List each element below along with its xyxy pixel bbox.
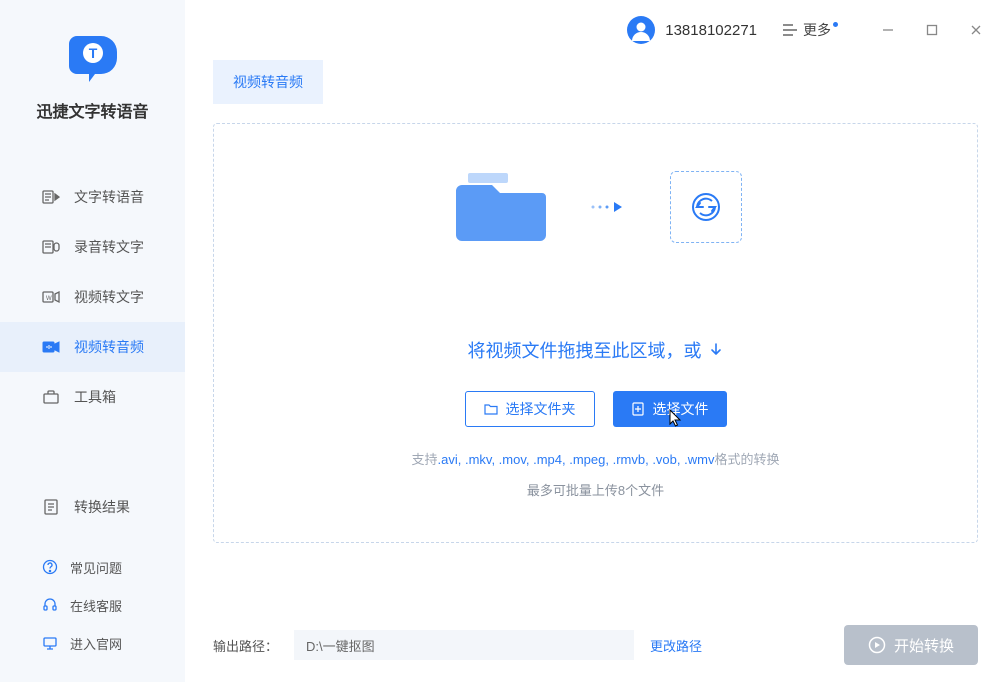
folder-icon (450, 167, 550, 247)
logo-area: T 迅捷文字转语音 (0, 0, 185, 142)
sidebar-nav: 文字转语音 录音转文字 W 视频转文字 视频转音频 工具箱 (0, 172, 185, 548)
arrow-right-icon (590, 200, 630, 214)
sidebar-item-tts[interactable]: 文字转语音 (0, 172, 185, 222)
maximize-button[interactable] (922, 20, 942, 40)
sidebar-item-label: 转换结果 (74, 497, 130, 517)
monitor-icon (42, 635, 58, 651)
bottom-link-label: 常见问题 (70, 558, 122, 577)
sidebar-bottom-links: 常见问题 在线客服 进入官网 (0, 548, 185, 682)
notification-dot-icon (833, 22, 838, 27)
dropzone-illustration (450, 167, 742, 247)
supported-formats: 支持.avi, .mkv, .mov, .mp4, .mpeg, .rmvb, … (412, 449, 780, 468)
start-label: 开始转换 (894, 635, 954, 656)
app-logo: T (65, 28, 121, 84)
select-folder-label: 选择文件夹 (506, 399, 576, 419)
sidebar-item-label: 录音转文字 (74, 237, 144, 257)
arrow-down-icon (708, 342, 724, 358)
video-to-text-icon: W (42, 288, 60, 306)
sidebar-item-label: 文字转语音 (74, 187, 144, 207)
video-to-audio-icon (42, 338, 60, 356)
sidebar-item-label: 视频转音频 (74, 337, 144, 357)
tab-label: 视频转音频 (233, 74, 303, 90)
minimize-button[interactable] (878, 20, 898, 40)
sidebar: T 迅捷文字转语音 文字转语音 录音转文字 W 视频转文字 视频 (0, 0, 185, 682)
toolbox-icon (42, 388, 60, 406)
user-id: 13818102271 (665, 22, 757, 39)
play-circle-icon (868, 636, 886, 654)
conversion-target-icon (670, 171, 742, 243)
folder-outline-icon (484, 402, 498, 416)
sidebar-item-label: 视频转文字 (74, 287, 144, 307)
formats-list: .avi, .mkv, .mov, .mp4, .mpeg, .rmvb, .v… (438, 452, 715, 467)
header: 13818102271 更多 (185, 0, 1006, 60)
dropzone[interactable]: 将视频文件拖拽至此区域，或 选择文件夹 选择文件 支持.avi, .mkv, .… (213, 123, 978, 543)
svg-text:T: T (88, 45, 97, 61)
content-tabs: 视频转音频 (185, 60, 1006, 105)
headset-icon (42, 597, 58, 613)
sidebar-item-stt[interactable]: 录音转文字 (0, 222, 185, 272)
upload-limit: 最多可批量上传8个文件 (527, 480, 664, 499)
select-folder-button[interactable]: 选择文件夹 (465, 391, 595, 427)
sidebar-item-vtt[interactable]: W 视频转文字 (0, 272, 185, 322)
sidebar-item-results[interactable]: 转换结果 (0, 482, 185, 532)
avatar-icon (627, 16, 655, 44)
main-area: 13818102271 更多 视频转音频 (185, 0, 1006, 682)
output-path-label: 输出路径： (213, 636, 278, 655)
start-convert-button[interactable]: 开始转换 (844, 625, 978, 665)
menu-lines-icon (783, 24, 797, 36)
user-area[interactable]: 13818102271 (627, 16, 757, 44)
close-button[interactable] (966, 20, 986, 40)
bottom-link-label: 进入官网 (70, 634, 122, 653)
formats-suffix: 格式的转换 (714, 452, 779, 467)
window-controls (878, 20, 986, 40)
file-plus-icon (631, 402, 645, 416)
bottom-link-support[interactable]: 在线客服 (0, 586, 185, 624)
audio-to-text-icon (42, 238, 60, 256)
content: 将视频文件拖拽至此区域，或 选择文件夹 选择文件 支持.avi, .mkv, .… (185, 105, 1006, 608)
more-label: 更多 (803, 20, 831, 40)
results-icon (42, 498, 60, 516)
svg-text:W: W (46, 296, 52, 302)
tab-video-to-audio[interactable]: 视频转音频 (213, 60, 323, 104)
bottom-link-website[interactable]: 进入官网 (0, 624, 185, 662)
sidebar-item-label: 工具箱 (74, 387, 116, 407)
output-path-input[interactable] (294, 630, 634, 660)
hint-text: 将视频文件拖拽至此区域，或 (468, 337, 702, 363)
file-pick-buttons: 选择文件夹 选择文件 (465, 391, 727, 427)
footer: 输出路径： 更改路径 开始转换 (185, 608, 1006, 682)
more-button[interactable]: 更多 (783, 20, 842, 40)
app-name: 迅捷文字转语音 (36, 98, 148, 122)
text-to-speech-icon (42, 188, 60, 206)
formats-prefix: 支持 (412, 452, 438, 467)
change-path-link[interactable]: 更改路径 (650, 636, 702, 655)
sidebar-item-vta[interactable]: 视频转音频 (0, 322, 185, 372)
select-file-button[interactable]: 选择文件 (613, 391, 727, 427)
sidebar-item-toolbox[interactable]: 工具箱 (0, 372, 185, 422)
bottom-link-label: 在线客服 (70, 596, 122, 615)
dropzone-hint: 将视频文件拖拽至此区域，或 (468, 337, 724, 363)
select-file-label: 选择文件 (653, 399, 709, 419)
bottom-link-faq[interactable]: 常见问题 (0, 548, 185, 586)
question-icon (42, 559, 58, 575)
